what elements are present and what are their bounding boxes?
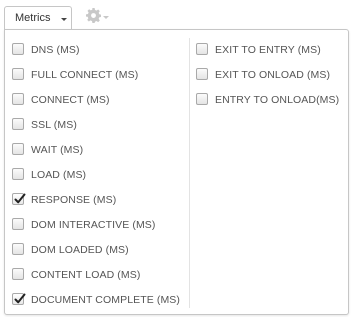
checkbox[interactable]	[12, 218, 24, 230]
column-divider	[189, 38, 190, 308]
checkbox[interactable]	[12, 268, 24, 280]
caret-down-icon	[61, 18, 67, 21]
checkbox[interactable]	[12, 93, 24, 105]
checkbox-checked[interactable]	[12, 193, 26, 205]
metric-label: RESPONSE (MS)	[31, 194, 117, 206]
metric-label: FULL CONNECT (MS)	[31, 69, 139, 81]
metric-label: WAIT (MS)	[31, 144, 84, 156]
metric-label: DNS (MS)	[31, 44, 80, 56]
checkbox[interactable]	[12, 68, 24, 80]
checkmark-icon	[14, 193, 26, 204]
metric-label: EXIT TO ONLOAD (MS)	[215, 69, 331, 81]
checkbox[interactable]	[12, 243, 24, 255]
metric-label: EXIT TO ENTRY (MS)	[215, 44, 321, 56]
metric-label: CONTENT LOAD (MS)	[31, 269, 141, 281]
metric-label: SSL (MS)	[31, 119, 77, 131]
metric-label: CONNECT (MS)	[31, 94, 110, 106]
metric-label: DOCUMENT COMPLETE (MS)	[31, 294, 181, 306]
checkbox[interactable]	[196, 93, 208, 105]
checkmark-icon	[14, 293, 26, 304]
metrics-button-label: Metrics	[15, 12, 51, 24]
checkbox[interactable]	[12, 143, 24, 155]
metric-label: DOM LOADED (MS)	[31, 244, 129, 256]
checkbox[interactable]	[12, 168, 24, 180]
metric-label: ENTRY TO ONLOAD(MS)	[215, 94, 340, 106]
gear-icon	[86, 8, 101, 23]
metrics-dropdown-button[interactable]: Metrics	[4, 6, 72, 30]
checkbox[interactable]	[12, 118, 24, 130]
metrics-dropdown-panel: DNS (MS) FULL CONNECT (MS) CONNECT (MS) …	[4, 29, 349, 315]
settings-dropdown-button[interactable]	[86, 7, 112, 29]
checkbox[interactable]	[196, 68, 208, 80]
metric-label: LOAD (MS)	[31, 169, 87, 181]
checkbox-checked[interactable]	[12, 293, 26, 305]
chevron-down-icon	[103, 16, 109, 19]
checkbox[interactable]	[12, 43, 24, 55]
metric-label: DOM INTERACTIVE (MS)	[31, 219, 156, 231]
checkbox[interactable]	[196, 43, 208, 55]
